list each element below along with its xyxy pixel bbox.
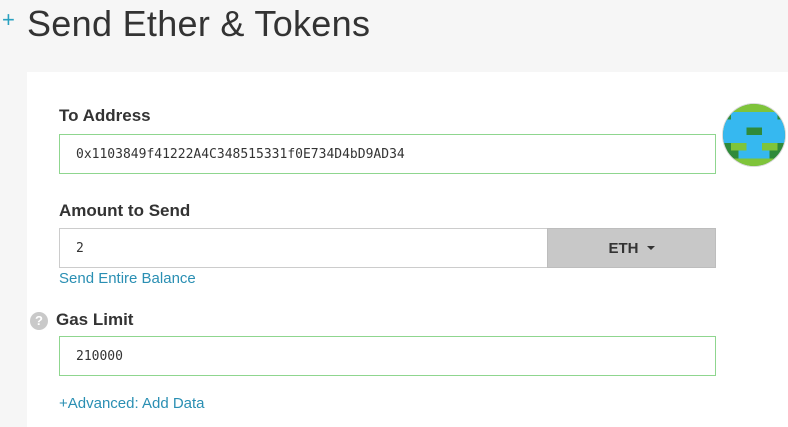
to-address-input[interactable]: 0x1103849f41222A4C348515331f0E734D4bD9AD…: [59, 134, 716, 174]
chevron-down-icon: [646, 246, 655, 250]
to-address-label: To Address: [59, 106, 151, 125]
identicon-graphic: [723, 104, 785, 166]
question-icon[interactable]: ?: [30, 312, 48, 330]
page-header: + Send Ether & Tokens: [0, 0, 788, 60]
amount-input[interactable]: 2: [59, 228, 548, 268]
page-title: Send Ether & Tokens: [27, 3, 371, 44]
address-identicon: [723, 104, 785, 166]
gas-limit-label: Gas Limit: [56, 310, 134, 329]
currency-dropdown[interactable]: ETH: [547, 228, 716, 268]
send-entire-balance-link[interactable]: Send Entire Balance: [59, 270, 196, 287]
amount-label: Amount to Send: [59, 201, 191, 220]
advanced-add-data-link[interactable]: +Advanced: Add Data: [59, 395, 205, 412]
plus-icon[interactable]: +: [2, 9, 15, 31]
gas-limit-input[interactable]: 210000: [59, 336, 716, 376]
currency-dropdown-label: ETH: [608, 239, 639, 257]
